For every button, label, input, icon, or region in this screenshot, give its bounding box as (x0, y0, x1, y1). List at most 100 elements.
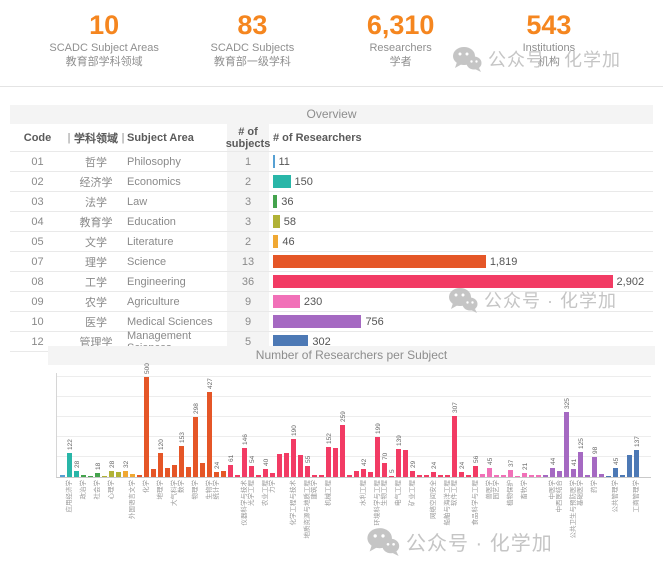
chart-bar[interactable] (452, 416, 457, 477)
chart-bar[interactable] (88, 476, 93, 478)
chart-bar[interactable] (214, 472, 219, 477)
chart-bar[interactable] (207, 392, 212, 477)
table-row[interactable]: 04教育学Education358 (10, 211, 653, 231)
chart-bar[interactable] (417, 475, 422, 477)
chart-bar[interactable] (627, 455, 632, 477)
chart-bar[interactable] (186, 467, 191, 477)
chart-bar[interactable] (158, 453, 163, 477)
table-row[interactable]: 10医学Medical Sciences9756 (10, 311, 653, 331)
table-row[interactable]: 03法学Law336 (10, 191, 653, 211)
researchers-bar[interactable] (273, 295, 300, 308)
chart-bar[interactable] (298, 455, 303, 477)
chart-bar[interactable] (326, 447, 331, 477)
table-row[interactable]: 01哲学Philosophy111 (10, 151, 653, 171)
chart-bar[interactable] (592, 457, 597, 477)
researchers-bar[interactable] (273, 275, 613, 288)
chart-bar[interactable] (578, 452, 583, 477)
chart-bar[interactable] (585, 475, 590, 477)
chart-bar[interactable] (137, 475, 142, 477)
table-row[interactable]: 08工学Engineering362,902 (10, 271, 653, 291)
chart-bar[interactable] (144, 377, 149, 477)
chart-bar[interactable] (494, 475, 499, 477)
chart-bar[interactable] (319, 475, 324, 477)
chart-bar[interactable] (368, 472, 373, 477)
chart-bar[interactable] (221, 471, 226, 477)
researchers-bar[interactable] (273, 215, 280, 228)
chart-bar[interactable] (396, 449, 401, 477)
chart-bar[interactable] (501, 475, 506, 477)
chart-bar[interactable] (522, 473, 527, 477)
chart-bar[interactable] (263, 469, 268, 477)
chart-bar[interactable] (193, 417, 198, 477)
chart-bar[interactable] (116, 472, 121, 477)
chart-bar[interactable] (102, 476, 107, 478)
chart-bar[interactable] (123, 471, 128, 477)
chart-bar[interactable] (473, 466, 478, 477)
table-row[interactable]: 07理学Science131,819 (10, 251, 653, 271)
chart-bar[interactable] (312, 475, 317, 477)
chart-bar[interactable] (95, 473, 100, 477)
chart-bar[interactable] (571, 469, 576, 477)
researchers-bar[interactable] (273, 315, 361, 328)
chart-bar[interactable] (179, 446, 184, 477)
chart-bar[interactable] (529, 475, 534, 477)
researchers-bar[interactable] (273, 175, 291, 188)
chart-bar[interactable] (438, 475, 443, 477)
chart-bar[interactable] (557, 471, 562, 477)
chart-bar[interactable] (410, 471, 415, 477)
chart-bar[interactable] (256, 475, 261, 477)
chart-bar[interactable] (277, 454, 282, 477)
chart-bar[interactable] (606, 476, 611, 478)
chart-bar[interactable] (151, 469, 156, 477)
chart-bar[interactable] (466, 475, 471, 477)
chart-bar[interactable] (354, 471, 359, 477)
table-row[interactable]: 09农学Agriculture9230 (10, 291, 653, 311)
chart-bar[interactable] (347, 475, 352, 477)
chart-bar[interactable] (249, 466, 254, 477)
chart-bar[interactable] (480, 474, 485, 477)
chart-bar[interactable] (165, 468, 170, 477)
chart-bar[interactable] (389, 476, 394, 478)
chart-bar[interactable] (431, 472, 436, 477)
chart-bar[interactable] (291, 439, 296, 477)
chart-bar[interactable] (361, 469, 366, 477)
chart-bar[interactable] (200, 463, 205, 477)
chart-bar[interactable] (508, 470, 513, 477)
chart-bar[interactable] (340, 425, 345, 477)
researchers-bar[interactable] (273, 235, 278, 248)
chart-bar[interactable] (536, 475, 541, 477)
chart-bar[interactable] (543, 475, 548, 477)
researchers-bar[interactable] (273, 255, 486, 268)
chart-bar[interactable] (515, 476, 520, 478)
table-row[interactable]: 02经济学Economics2150 (10, 171, 653, 191)
chart-bar[interactable] (459, 472, 464, 477)
chart-bar[interactable] (60, 475, 65, 477)
chart-bar[interactable] (333, 448, 338, 477)
table-row[interactable]: 05文学Literature246 (10, 231, 653, 251)
chart-bar[interactable] (242, 448, 247, 477)
chart-bar[interactable] (613, 468, 618, 477)
chart-bar[interactable] (487, 468, 492, 477)
chart-bar[interactable] (109, 471, 114, 477)
chart-bar[interactable] (228, 465, 233, 477)
chart-bar[interactable] (130, 474, 135, 477)
chart-bar[interactable] (81, 475, 86, 477)
chart-bar[interactable] (620, 475, 625, 477)
researchers-bar[interactable] (273, 155, 275, 168)
chart-bar[interactable] (172, 465, 177, 477)
chart-bar[interactable] (305, 466, 310, 477)
chart-bar[interactable] (550, 468, 555, 477)
chart-bar[interactable] (67, 453, 72, 477)
chart-bar[interactable] (634, 450, 639, 477)
chart-bar[interactable] (445, 475, 450, 477)
researchers-bar[interactable] (273, 195, 277, 208)
chart-bar[interactable] (235, 475, 240, 477)
chart-bar[interactable] (74, 471, 79, 477)
chart-bar[interactable] (270, 473, 275, 477)
chart-bar[interactable] (403, 450, 408, 477)
chart-bar[interactable] (564, 412, 569, 477)
chart-bar[interactable] (599, 474, 604, 477)
chart-bar[interactable] (382, 463, 387, 477)
chart-bar[interactable] (284, 453, 289, 477)
chart-bar[interactable] (424, 475, 429, 477)
